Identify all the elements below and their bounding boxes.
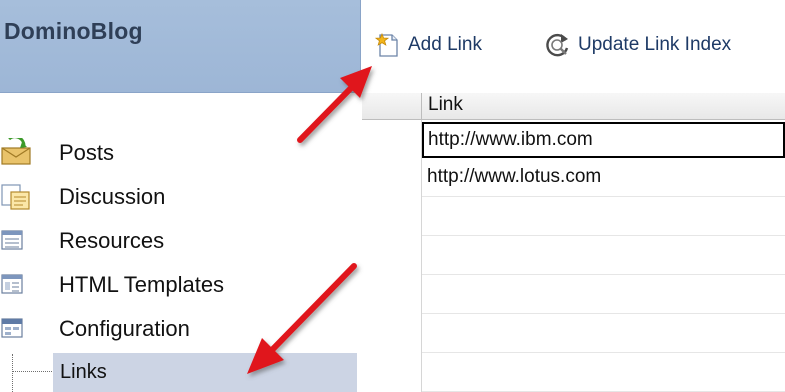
add-link-label: Add Link bbox=[408, 34, 482, 55]
add-link-button[interactable]: Add Link bbox=[374, 28, 482, 62]
nav-header-strip bbox=[0, 93, 361, 120]
nav-subitem-label: Links bbox=[60, 361, 107, 383]
table-row[interactable] bbox=[422, 236, 785, 275]
discussion-icon bbox=[1, 184, 30, 210]
nav-item-label: Resources bbox=[59, 228, 165, 253]
add-document-icon bbox=[374, 32, 398, 57]
tree-connector bbox=[12, 354, 13, 392]
table-row[interactable] bbox=[422, 314, 785, 353]
tree-connector bbox=[12, 371, 52, 372]
refresh-index-icon bbox=[546, 33, 569, 57]
links-view: Link http://www.ibm.com http://www.lotus… bbox=[362, 93, 785, 392]
configuration-icon bbox=[1, 318, 23, 338]
resources-icon bbox=[1, 230, 23, 250]
nav-item-configuration[interactable]: Configuration bbox=[0, 308, 361, 348]
nav-item-label: HTML Templates bbox=[59, 272, 225, 297]
nav-item-discussion[interactable]: Discussion bbox=[0, 176, 361, 216]
table-row[interactable] bbox=[422, 275, 785, 314]
toolbar: Add Link Update Link Index bbox=[362, 0, 785, 93]
nav-item-label: Configuration bbox=[59, 316, 190, 341]
nav-header: DominoBlog bbox=[0, 0, 361, 93]
table-row[interactable]: http://www.ibm.com bbox=[422, 122, 785, 158]
nav-item-posts[interactable]: Posts bbox=[0, 132, 361, 172]
nav-subitem-links[interactable]: Links bbox=[53, 353, 357, 392]
update-link-index-label: Update Link Index bbox=[578, 34, 732, 55]
nav-item-label: Posts bbox=[59, 140, 115, 165]
update-link-index-button[interactable]: Update Link Index bbox=[544, 28, 731, 62]
app-title: DominoBlog bbox=[4, 18, 143, 44]
table-row[interactable] bbox=[422, 353, 785, 392]
table-row[interactable] bbox=[422, 197, 785, 236]
row-gutter bbox=[362, 120, 422, 392]
column-header-row: Link bbox=[362, 93, 785, 120]
posts-icon bbox=[1, 138, 31, 165]
table-row[interactable]: http://www.lotus.com bbox=[422, 158, 785, 197]
html-templates-icon bbox=[1, 274, 23, 294]
column-header-link[interactable]: Link bbox=[428, 94, 463, 116]
gutter-header bbox=[362, 93, 422, 120]
nav-item-label: Discussion bbox=[59, 184, 166, 209]
links-table: http://www.ibm.com http://www.lotus.com bbox=[422, 120, 785, 392]
nav-item-html-templates[interactable]: HTML Templates bbox=[0, 264, 361, 304]
nav-item-resources[interactable]: Resources bbox=[0, 220, 361, 260]
